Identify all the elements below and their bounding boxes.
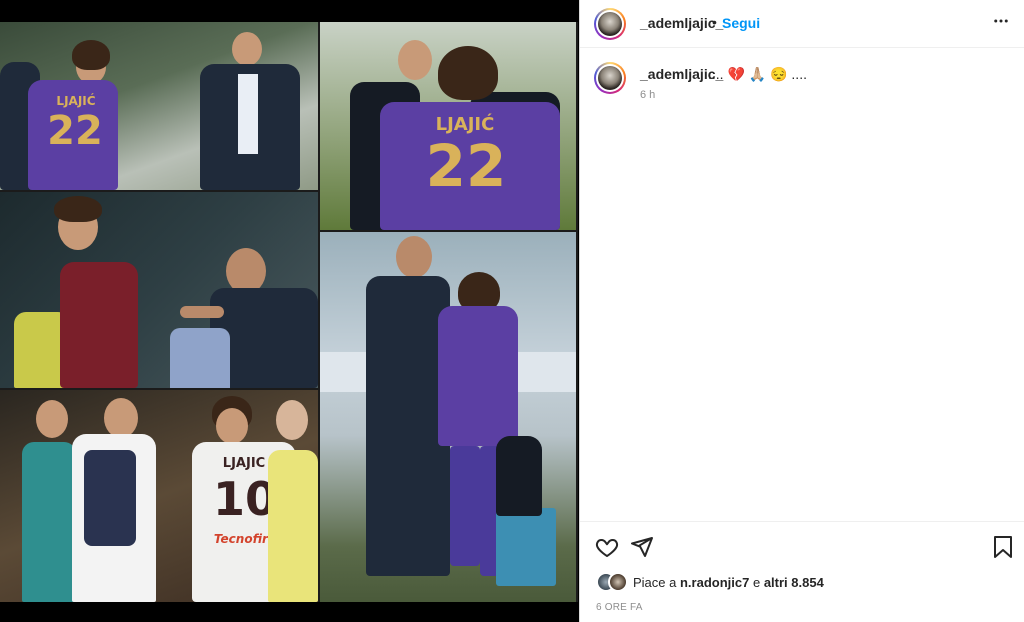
more-horizontal-icon xyxy=(994,19,1008,23)
share-button[interactable] xyxy=(630,535,654,564)
jersey-name: LJAJIĆ xyxy=(56,94,96,108)
post-media[interactable]: LJAJIĆ 22 LJAJIĆ 22 LJAJIC 10 Tecnofire xyxy=(0,0,579,622)
liker-avatar[interactable] xyxy=(608,572,628,592)
action-bar: Piace a n.radonjic7 e altri 8.854 6 ORE … xyxy=(580,521,1024,622)
more-options-button[interactable] xyxy=(992,12,1010,35)
header-username[interactable]: _ademljajic_ xyxy=(640,15,723,31)
avatar[interactable] xyxy=(594,8,626,40)
jersey-number: 22 xyxy=(425,132,507,200)
collage-photo-5: LJAJIC 10 Tecnofire xyxy=(0,390,318,602)
post-header: _ademljajic_ • Segui xyxy=(580,0,1024,48)
like-button[interactable] xyxy=(595,535,619,564)
send-icon xyxy=(631,537,653,557)
post-sidebar: _ademljajic_ • Segui _ademljajic_ .... 💔… xyxy=(579,0,1024,622)
save-button[interactable] xyxy=(992,535,1014,564)
photo-collage: LJAJIĆ 22 LJAJIĆ 22 LJAJIC 10 Tecnofire xyxy=(0,22,578,602)
bookmark-icon xyxy=(994,536,1012,558)
jersey-number: 22 xyxy=(47,108,103,154)
separator-dot: • xyxy=(712,14,717,30)
likes-user-link[interactable]: n.radonjic7 xyxy=(680,575,749,590)
likes-summary: Piace a n.radonjic7 e altri 8.854 xyxy=(596,572,1016,592)
avatar[interactable] xyxy=(594,62,626,94)
collage-photo-4 xyxy=(320,232,576,602)
caption-timestamp[interactable]: 6 h xyxy=(640,89,655,101)
post-timestamp[interactable]: 6 ORE FA xyxy=(596,602,643,613)
collage-photo-3 xyxy=(0,192,318,388)
instagram-post-view: LJAJIĆ 22 LJAJIĆ 22 LJAJIC 10 Tecnofire … xyxy=(0,0,1024,622)
likes-prefix: Piace a xyxy=(633,575,680,590)
likes-middle: e xyxy=(749,575,764,590)
follow-button[interactable]: Segui xyxy=(722,15,760,31)
likes-text: Piace a n.radonjic7 e altri 8.854 xyxy=(633,575,824,590)
heart-icon xyxy=(595,539,619,557)
likes-count-link[interactable]: altri 8.854 xyxy=(764,575,824,590)
collage-photo-1: LJAJIĆ 22 xyxy=(0,22,318,190)
caption-text: .... 💔 🙏🏼 😔 .... xyxy=(708,66,807,82)
collage-photo-2: LJAJIĆ 22 xyxy=(320,22,576,230)
